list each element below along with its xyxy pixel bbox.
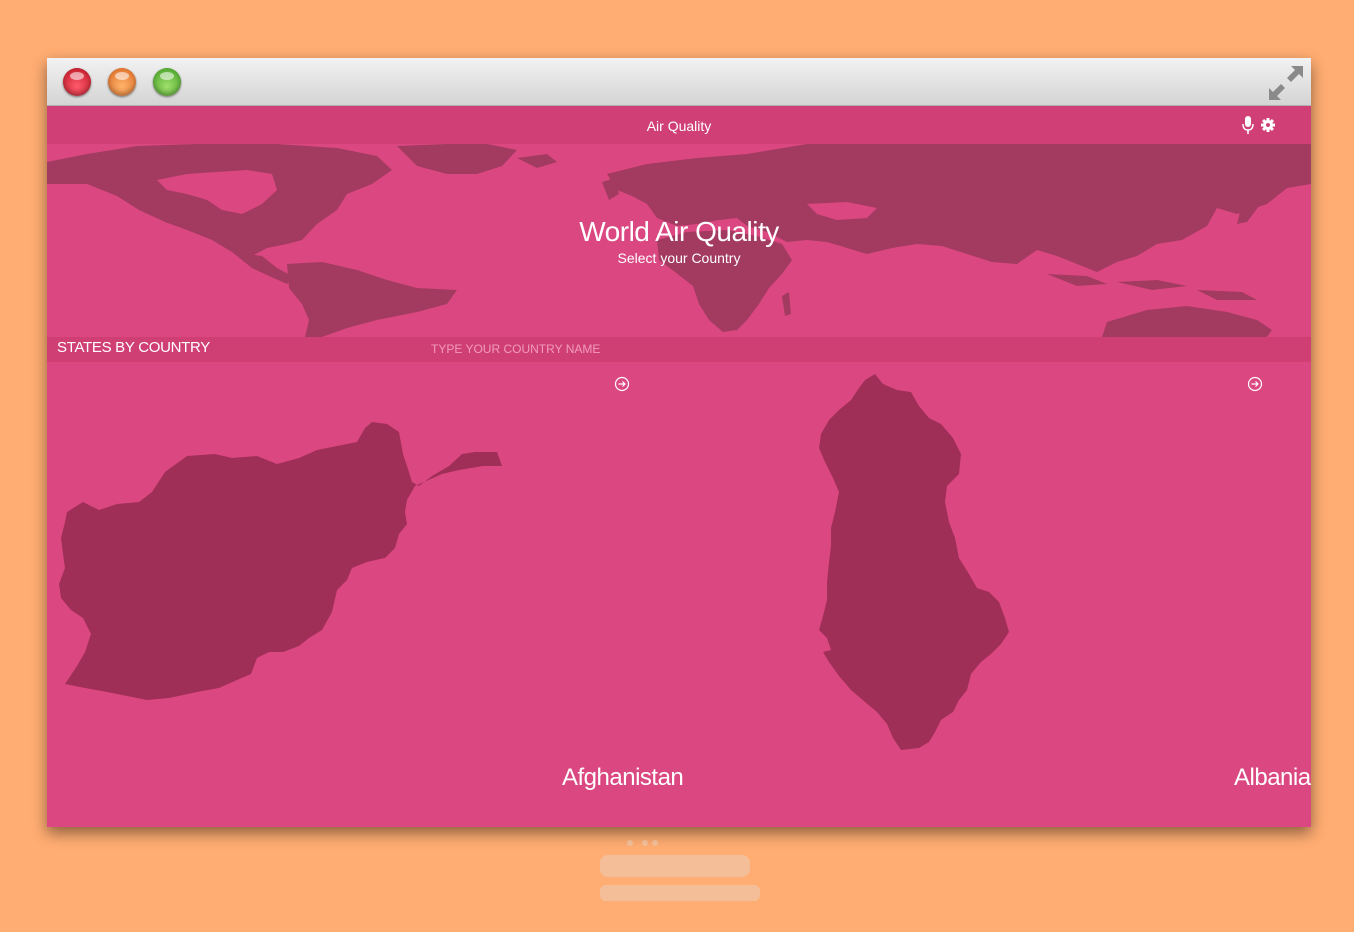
app-window: Air Quality World Air Quality Select you…: [47, 58, 1311, 827]
section-title: STATES BY COUNTRY: [57, 339, 210, 356]
country-name: Albania: [1234, 764, 1311, 791]
zoom-icon[interactable]: [153, 68, 181, 96]
watermark-logo: [600, 840, 760, 901]
app-title: Air Quality: [646, 118, 712, 134]
arrow-right-circle-icon[interactable]: [1247, 376, 1263, 392]
minimize-icon[interactable]: [108, 68, 136, 96]
close-icon[interactable]: [63, 68, 91, 96]
expand-icon[interactable]: [1269, 66, 1303, 100]
country-name: Afghanistan: [562, 764, 684, 791]
country-search-input[interactable]: [427, 339, 835, 359]
search-bar: STATES BY COUNTRY: [47, 337, 1311, 362]
hero-subtitle: Select your Country: [617, 250, 741, 266]
hero-title: World Air Quality: [579, 216, 779, 247]
hero-banner: World Air Quality Select your Country: [47, 144, 1311, 337]
country-card-afghanistan[interactable]: Afghanistan: [47, 362, 684, 827]
country-card-albania[interactable]: Albania: [679, 362, 1311, 827]
afghanistan-map-image: [59, 422, 502, 700]
window-titlebar: [47, 58, 1311, 106]
microphone-icon[interactable]: [1241, 116, 1255, 134]
albania-map-image: [819, 374, 1009, 750]
arrow-right-circle-icon[interactable]: [614, 376, 630, 392]
app-header: Air Quality: [47, 106, 1311, 144]
country-list: Afghanistan Albania: [47, 362, 1311, 827]
gear-icon[interactable]: [1260, 116, 1276, 134]
